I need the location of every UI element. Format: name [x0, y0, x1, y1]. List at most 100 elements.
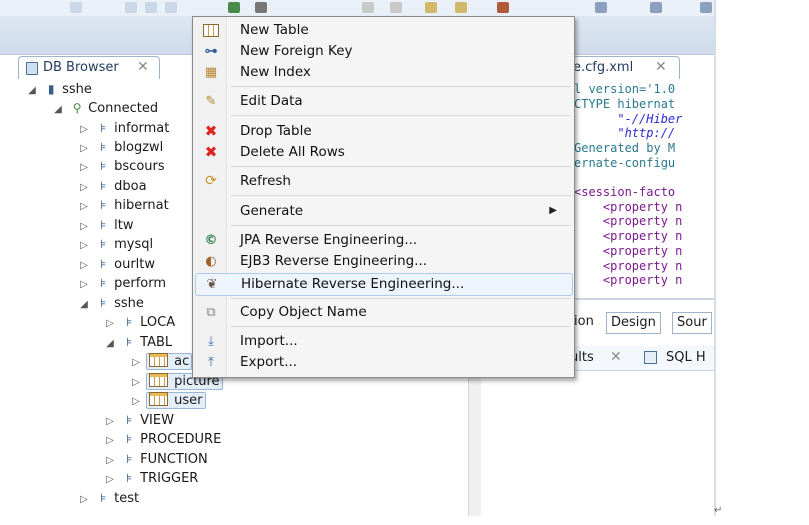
jpa-icon: © — [204, 233, 218, 248]
toolbar-icon[interactable] — [390, 2, 402, 13]
toolbar-icon[interactable] — [70, 2, 82, 13]
collapsed-arrow-icon[interactable]: ▷ — [130, 353, 142, 372]
tree-node-table[interactable]: ▷ user — [130, 391, 206, 410]
foreign-key-icon: ⊶ — [204, 44, 218, 59]
collapsed-arrow-icon[interactable]: ▷ — [78, 275, 90, 294]
toolbar-icon[interactable] — [165, 2, 177, 13]
toolbar-icon[interactable] — [700, 2, 712, 13]
menu-item-jpa-reverse-engineering[interactable]: © JPA Reverse Engineering... — [195, 230, 571, 251]
expanded-arrow-icon[interactable]: ◢ — [52, 100, 64, 119]
toolbar-icon[interactable] — [362, 2, 374, 13]
code-line: <property n — [574, 244, 683, 258]
tree-node-folder[interactable]: ▷ ⊧ TRIGGER — [104, 469, 198, 488]
toolbar-icon[interactable] — [650, 2, 662, 13]
menu-separator — [231, 195, 571, 196]
tree-node-schema[interactable]: ▷ ⊧ ltw — [78, 216, 133, 235]
collapsed-arrow-icon[interactable]: ▷ — [78, 139, 90, 158]
tree-node-folder[interactable]: ▷ ⊧ VIEW — [104, 411, 174, 430]
close-icon[interactable]: ✕ — [655, 59, 667, 75]
menu-item-new-foreign-key[interactable]: ⊶ New Foreign Key — [195, 41, 571, 62]
collapsed-arrow-icon[interactable]: ▷ — [78, 197, 90, 216]
tree-node-schema[interactable]: ▷ ⊧ hibernat — [78, 196, 169, 215]
tree-node-table[interactable]: ▷ ac — [130, 352, 193, 372]
toolbar-icon[interactable] — [455, 2, 467, 13]
menu-item-refresh[interactable]: ⟳ Refresh — [195, 171, 571, 192]
menu-item-copy-object-name[interactable]: ⧉ Copy Object Name — [195, 302, 571, 323]
menu-item-new-table[interactable]: New Table — [195, 20, 571, 41]
code-line: "http:// — [574, 126, 676, 140]
collapsed-arrow-icon[interactable]: ▷ — [130, 373, 142, 392]
toolbar-icon[interactable] — [145, 2, 157, 13]
db-browser-tab-label: DB Browser — [43, 60, 119, 75]
red-x-icon: ✖ — [204, 143, 218, 161]
tree-node-schema[interactable]: ▷ ⊧ dboa — [78, 177, 146, 197]
return-mark: ↵ — [714, 505, 723, 516]
schema-icon: ⊧ — [100, 198, 107, 212]
editor-tab-label: e.cfg.xml — [573, 60, 634, 75]
tree-node-folder-tables[interactable]: ◢ ⊧ TABL — [104, 333, 172, 352]
menu-separator — [231, 298, 571, 299]
tree-node-schema[interactable]: ▷ ⊧ informat — [78, 119, 169, 138]
tree-node-folder[interactable]: ▷ ⊧ LOCA — [104, 313, 175, 332]
tree-node-schema[interactable]: ▷ ⊧ blogzwl — [78, 138, 163, 157]
tab-sql-history[interactable]: SQL H — [666, 350, 706, 365]
tree-node-folder[interactable]: ▷ ⊧ PROCEDURE — [104, 430, 221, 449]
tree-node-schema[interactable]: ▷ ⊧ mysql — [78, 235, 153, 254]
collapsed-arrow-icon[interactable]: ▷ — [78, 217, 90, 236]
tree-node-schema[interactable]: ▷ ⊧ test — [78, 489, 139, 508]
collapsed-arrow-icon[interactable]: ▷ — [78, 490, 90, 509]
close-icon[interactable]: ✕ — [137, 59, 149, 75]
collapsed-arrow-icon[interactable]: ▷ — [78, 120, 90, 139]
schema-icon: ⊧ — [100, 218, 107, 232]
db-browser-tab[interactable]: DB Browser ✕ — [18, 56, 160, 79]
menu-separator — [231, 86, 571, 87]
toolbar-icon[interactable] — [425, 2, 437, 13]
menu-item-export[interactable]: ⤒ Export... — [195, 352, 571, 373]
collapsed-arrow-icon[interactable]: ▷ — [104, 412, 116, 431]
menu-item-import[interactable]: ⤓ Import... — [195, 331, 571, 352]
collapsed-arrow-icon[interactable]: ▷ — [130, 392, 142, 411]
close-icon[interactable]: ✕ — [610, 349, 622, 365]
collapsed-arrow-icon[interactable]: ▷ — [78, 178, 90, 197]
tree-node-schema-sshe[interactable]: ◢ ⊧ sshe — [78, 294, 144, 313]
collapsed-arrow-icon[interactable]: ▷ — [104, 431, 116, 450]
toolbar-icon[interactable] — [125, 2, 137, 13]
collapsed-arrow-icon[interactable]: ▷ — [78, 256, 90, 275]
collapsed-arrow-icon[interactable]: ▷ — [78, 236, 90, 255]
tab-design[interactable]: Design — [606, 312, 661, 334]
expanded-arrow-icon[interactable]: ◢ — [104, 334, 116, 353]
menu-item-hibernate-reverse-engineering[interactable]: ❦ Hibernate Reverse Engineering... — [195, 273, 573, 296]
expanded-arrow-icon[interactable]: ◢ — [78, 295, 90, 314]
tree-node-schema[interactable]: ▷ ⊧ bscours — [78, 157, 164, 177]
tab-source[interactable]: Sour — [672, 312, 712, 334]
folder-icon: ⊧ — [126, 452, 133, 466]
menu-item-delete-all-rows[interactable]: ✖ Delete All Rows — [195, 142, 571, 163]
code-line: Generated by M — [574, 141, 676, 155]
collapsed-arrow-icon[interactable]: ▷ — [78, 158, 90, 177]
menu-item-edit-data[interactable]: ✎ Edit Data — [195, 91, 571, 112]
schema-icon: ⊧ — [100, 491, 107, 505]
collapsed-arrow-icon[interactable]: ▷ — [104, 314, 116, 333]
menu-item-generate[interactable]: Generate ▶ — [195, 201, 571, 222]
tree-node-connected[interactable]: ◢ ⚲ Connected — [52, 99, 158, 118]
collapsed-arrow-icon[interactable]: ▷ — [104, 470, 116, 489]
expanded-arrow-icon[interactable]: ◢ — [26, 81, 38, 100]
code-line: CTYPE hibernat — [574, 97, 676, 111]
menu-item-drop-table[interactable]: ✖ Drop Table — [195, 121, 571, 142]
toolbar-icon[interactable] — [255, 2, 267, 13]
schema-icon: ⊧ — [100, 276, 107, 290]
folder-icon: ⊧ — [126, 432, 133, 446]
toolbar-icon[interactable] — [497, 2, 509, 13]
tree-node-schema[interactable]: ▷ ⊧ ourltw — [78, 255, 155, 274]
menu-item-ejb3-reverse-engineering[interactable]: ◐ EJB3 Reverse Engineering... — [195, 251, 571, 272]
tree-node-schema[interactable]: ▷ ⊧ perform — [78, 274, 166, 293]
menu-item-new-index[interactable]: ▦ New Index — [195, 62, 571, 83]
tree-node-sshe-root[interactable]: ◢ ▮ sshe — [26, 80, 92, 99]
editor-tab[interactable]: e.cfg.xml ✕ — [568, 56, 680, 79]
tree-node-folder[interactable]: ▷ ⊧ FUNCTION — [104, 450, 208, 469]
toolbar-icon[interactable] — [595, 2, 607, 13]
collapsed-arrow-icon[interactable]: ▷ — [104, 451, 116, 470]
submenu-arrow-icon: ▶ — [549, 205, 557, 216]
schema-icon: ⊧ — [100, 237, 107, 251]
run-icon[interactable] — [228, 2, 240, 13]
